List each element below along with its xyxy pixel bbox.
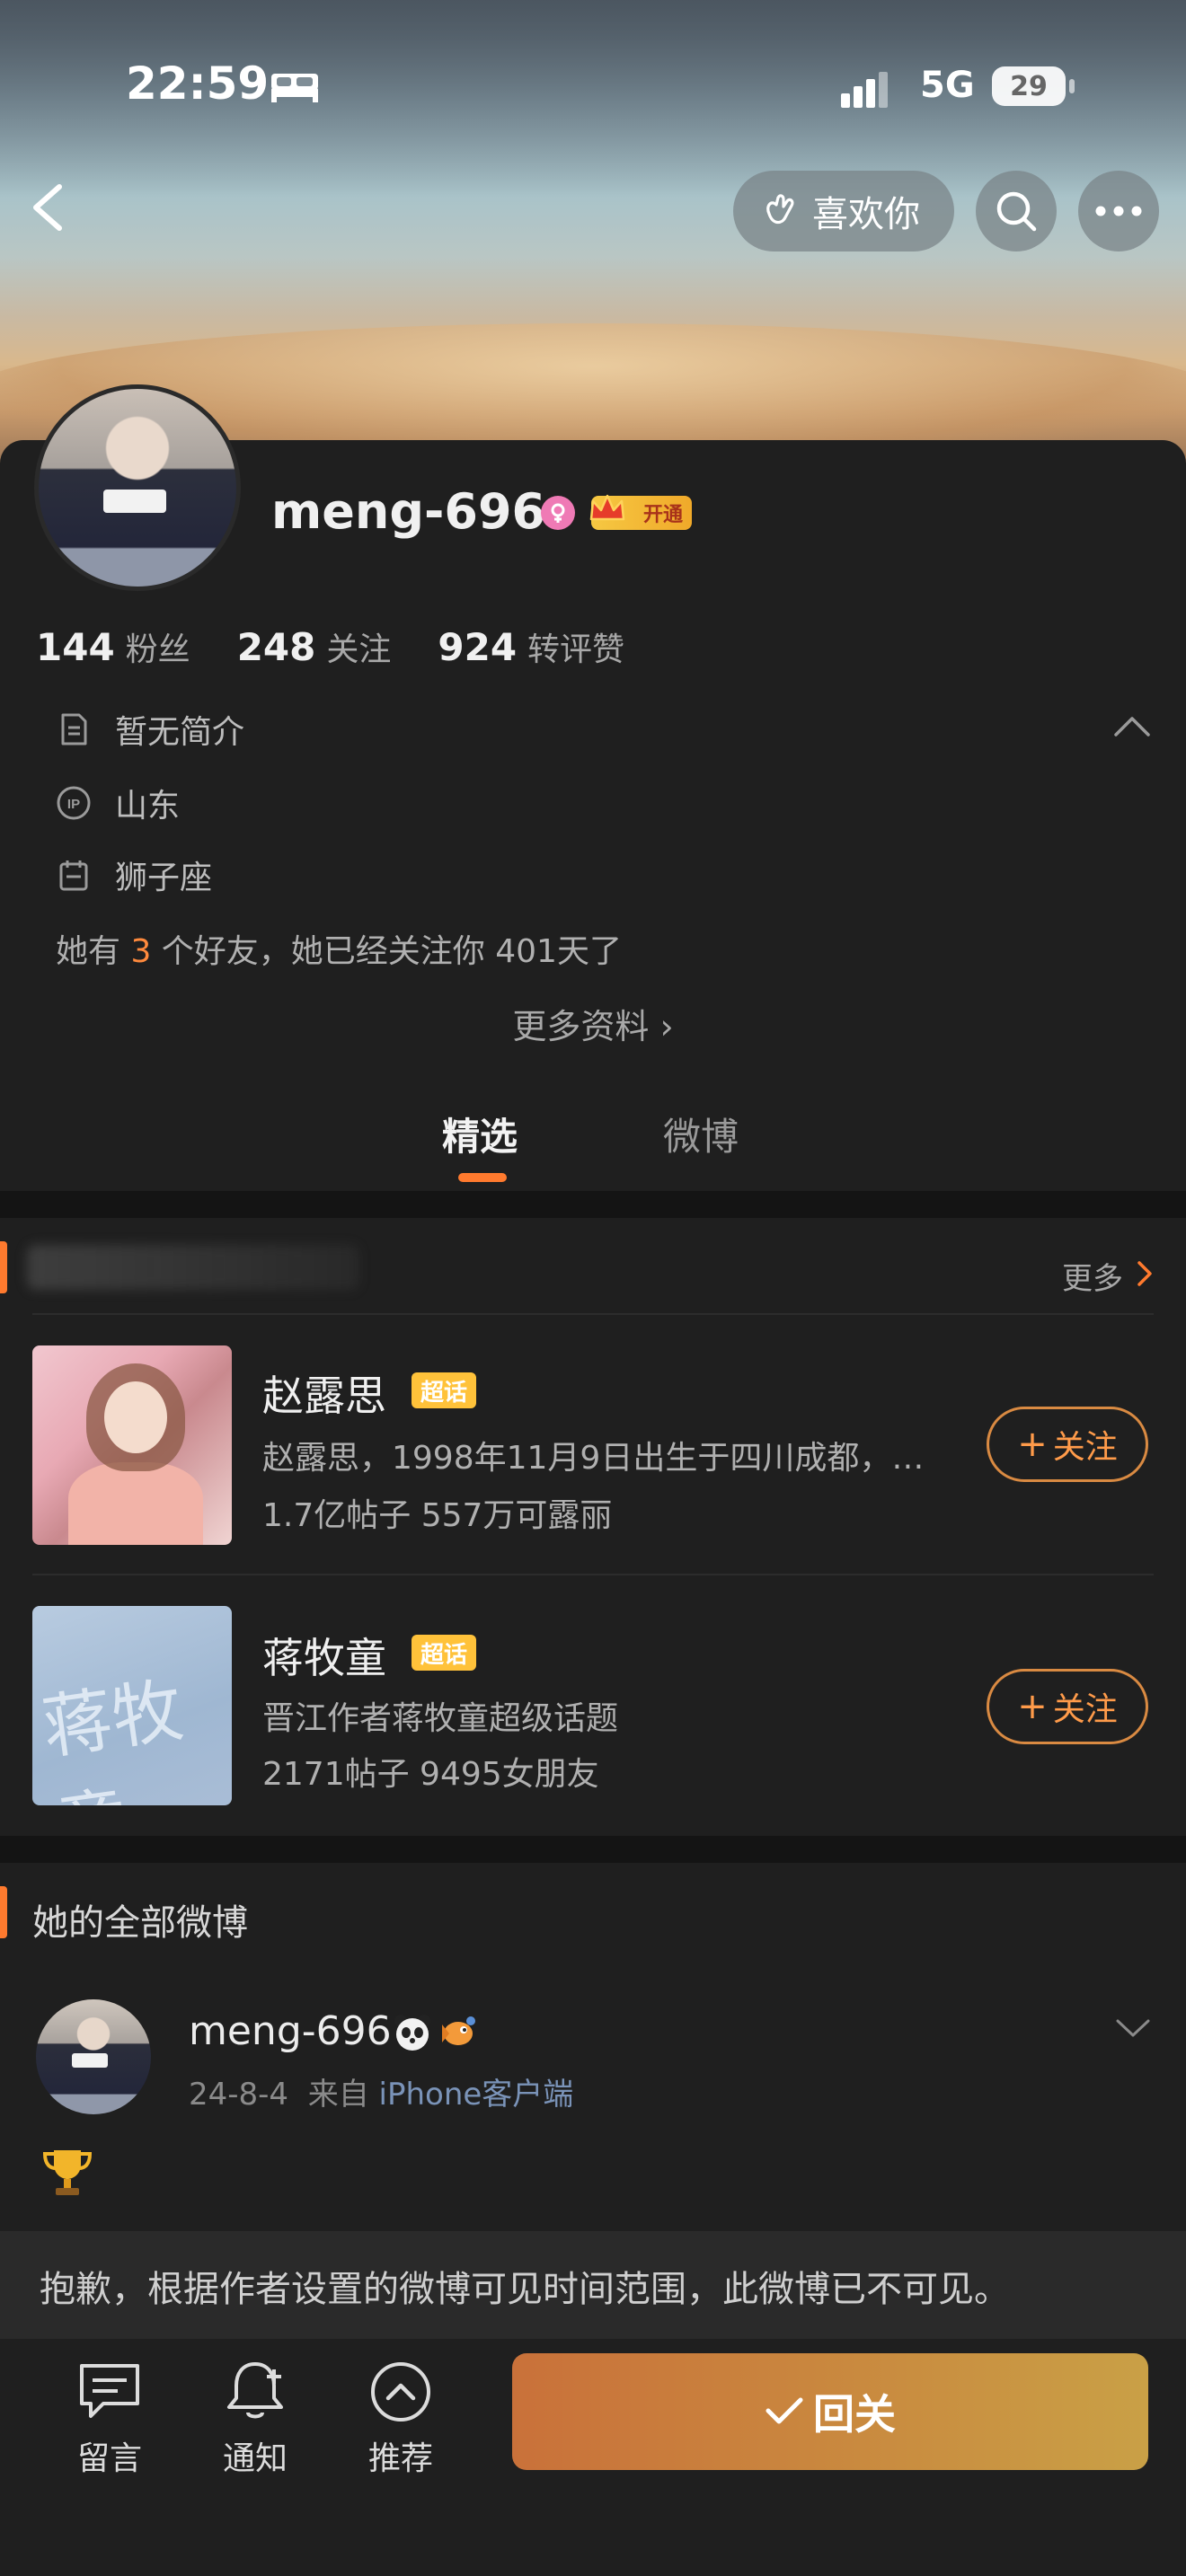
topic-thumbnail[interactable]: 蒋牧童	[32, 1606, 232, 1805]
hand-heart-icon	[766, 194, 794, 225]
message-bubble-icon	[80, 2364, 139, 2418]
plus-icon: +	[1017, 1424, 1048, 1465]
bio-row: 暂无简介	[56, 706, 244, 753]
chevron-down-icon[interactable]	[1114, 2016, 1152, 2041]
ip-location-icon: IP	[57, 786, 91, 820]
divider	[32, 1313, 1154, 1315]
section-accent-bar	[0, 1241, 7, 1293]
post-author-name[interactable]: meng-696	[189, 2008, 392, 2054]
network-type: 5G	[920, 65, 975, 106]
followers-stat[interactable]: 144 粉丝	[36, 623, 190, 670]
super-topics-more-link[interactable]: 更多	[1062, 1254, 1123, 1298]
section-separator	[0, 1836, 1186, 1863]
profile-username: meng-696	[271, 483, 546, 540]
super-topic-tag: 超话	[412, 1372, 476, 1408]
bell-plus-icon	[227, 2362, 283, 2419]
topic-stats: 2171帖子 9495女朋友	[262, 1756, 599, 1793]
topic-name[interactable]: 蒋牧童	[262, 1626, 386, 1685]
followers-label: 粉丝	[125, 631, 190, 668]
divider	[32, 1574, 1154, 1575]
post-unavailable-text: 抱歉，根据作者设置的微博可见时间范围，此微博已不可见。	[40, 2269, 1010, 2310]
calendar-icon	[59, 860, 88, 891]
topic-stats: 1.7亿帖子 557万可露丽	[262, 1497, 613, 1534]
friends-suffix: 个好友，她已经关注你 401天了	[151, 933, 622, 970]
battery-icon: 29	[992, 66, 1066, 106]
following-label: 关注	[326, 631, 392, 668]
tab-weibo[interactable]: 微博	[663, 1107, 739, 1161]
recommend-label: 推荐	[367, 2440, 433, 2477]
cellular-signal-icon	[841, 72, 888, 108]
more-options-button[interactable]	[1078, 171, 1159, 251]
following-stat[interactable]: 248 关注	[237, 623, 392, 670]
zodiac-row: 狮子座	[56, 851, 212, 898]
more-dots-icon	[1095, 206, 1142, 216]
profile-tabs: 精选 微博	[0, 1098, 1186, 1182]
status-bar: 22:59 5G 29	[0, 0, 1186, 171]
bio-text: 暂无简介	[115, 714, 245, 751]
all-posts-title: 她的全部微博	[32, 1902, 248, 1944]
recommend-button[interactable]: 推荐	[338, 2357, 464, 2492]
chevron-up-icon[interactable]	[1111, 713, 1154, 740]
vip-label: 开通	[642, 504, 683, 526]
follow-label: 关注	[1052, 1691, 1118, 1728]
section-accent-bar	[0, 1886, 7, 1938]
interactions-stat[interactable]: 924 转评赞	[438, 623, 624, 670]
checkmark-icon	[766, 2397, 803, 2424]
trophy-icon	[42, 2150, 93, 2195]
profile-stats: 144 粉丝 248 关注 924 转评赞	[36, 623, 671, 670]
active-tab-indicator	[458, 1173, 507, 1182]
female-gender-icon	[541, 496, 575, 530]
follow-label: 关注	[1052, 1429, 1118, 1466]
like-you-label: 喜欢你	[812, 194, 920, 235]
follow-topic-button[interactable]: + 关注	[987, 1407, 1148, 1482]
section-separator	[0, 1191, 1186, 1218]
topic-thumbnail[interactable]	[32, 1345, 232, 1545]
ip-location-text: 山东	[115, 788, 181, 825]
super-topic-tag: 超话	[412, 1635, 476, 1671]
battery-level: 29	[1010, 70, 1048, 102]
topic-name[interactable]: 赵露思	[262, 1363, 386, 1423]
friends-count: 3	[130, 933, 152, 970]
followers-count: 144	[36, 625, 115, 669]
follow-topic-button[interactable]: + 关注	[987, 1669, 1148, 1744]
zodiac-text: 狮子座	[115, 860, 213, 896]
ip-location-row: IP 山东	[56, 780, 180, 826]
mutual-friends-line[interactable]: 她有 3 个好友，她已经关注你 401天了	[56, 925, 622, 972]
sleep-mode-icon	[271, 74, 318, 102]
follow-back-label: 回关	[813, 2390, 896, 2439]
interactions-label: 转评赞	[527, 631, 625, 668]
friends-prefix: 她有	[56, 933, 131, 970]
panda-badge-icon	[394, 2015, 430, 2051]
topic-description: 晋江作者蒋牧童超级话题	[262, 1700, 619, 1737]
message-label: 留言	[76, 2440, 142, 2477]
fish-badge-icon	[442, 2016, 475, 2045]
tab-featured[interactable]: 精选	[442, 1107, 518, 1161]
crown-icon	[589, 494, 625, 521]
document-icon	[61, 713, 87, 745]
like-you-button[interactable]: 喜欢你	[733, 171, 954, 251]
message-button[interactable]: 留言	[47, 2357, 173, 2492]
post-date: 24-8-4	[189, 2077, 289, 2113]
notify-label: 通知	[222, 2440, 288, 2477]
back-icon[interactable]	[22, 176, 75, 239]
plus-icon: +	[1017, 1686, 1048, 1727]
chevron-right-icon[interactable]	[1134, 1257, 1155, 1290]
topic-description: 赵露思，1998年11月9日出生于四川成都，…	[262, 1440, 925, 1477]
post-author-avatar[interactable]	[36, 1999, 151, 2114]
notify-button[interactable]: 通知	[192, 2357, 318, 2492]
profile-avatar[interactable]	[34, 384, 241, 591]
section-title-blurred	[27, 1245, 359, 1290]
more-profile-info-link[interactable]: 更多资料 ›	[0, 999, 1186, 1048]
recommend-up-icon	[371, 2362, 430, 2422]
search-button[interactable]	[976, 171, 1057, 251]
post-meta: 24-8-4 来自 iPhone客户端	[189, 2069, 573, 2113]
following-count: 248	[236, 625, 316, 669]
post-source-prefix: 来自	[307, 2077, 369, 2113]
interactions-count: 924	[438, 625, 518, 669]
status-time: 22:59	[126, 57, 270, 110]
svg-text:IP: IP	[67, 797, 80, 812]
post-source[interactable]: iPhone客户端	[379, 2077, 574, 2113]
search-icon	[996, 191, 1037, 232]
follow-back-button[interactable]: 回关	[512, 2353, 1148, 2470]
